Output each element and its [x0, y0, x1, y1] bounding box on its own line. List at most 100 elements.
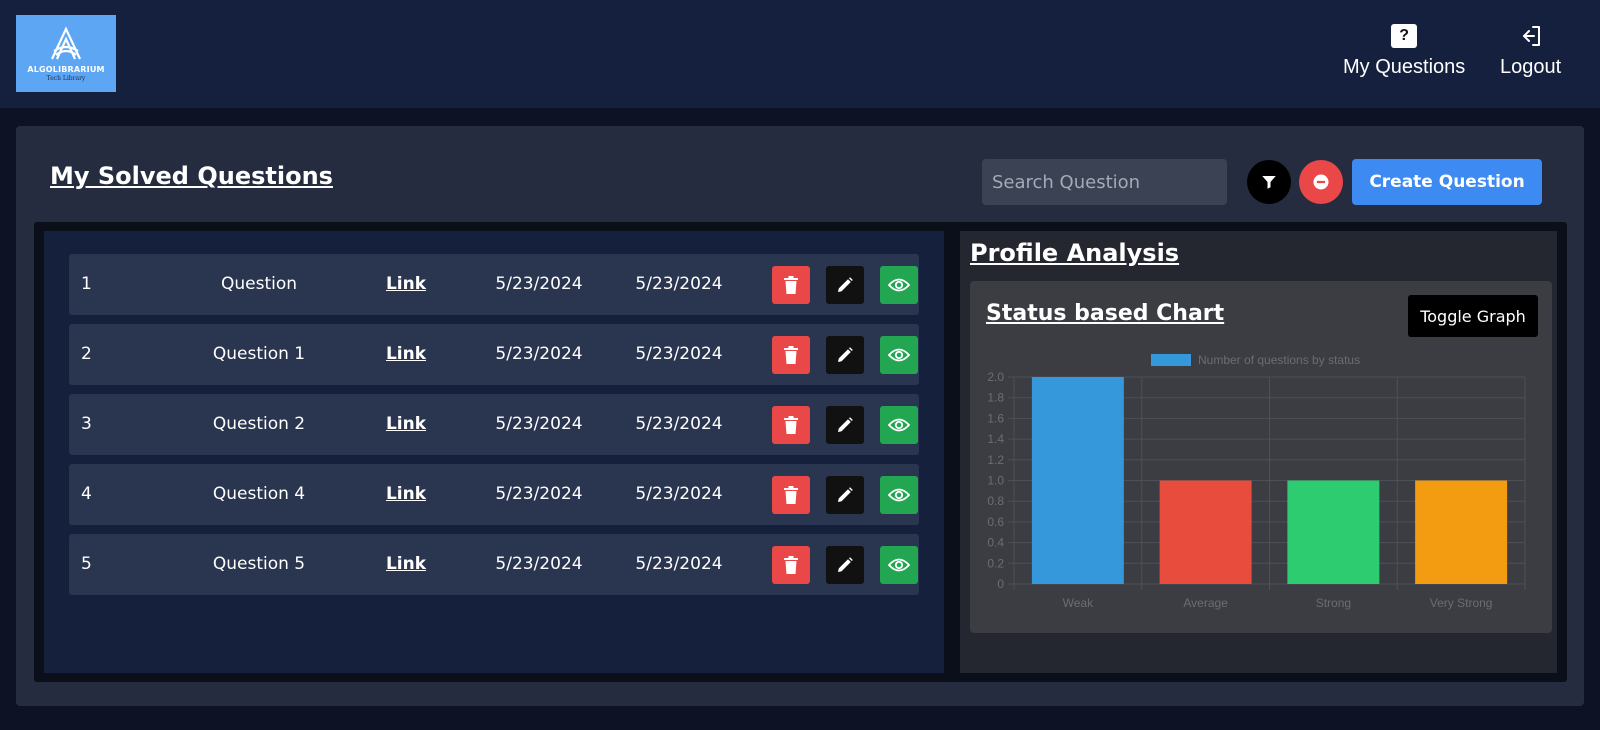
top-header: ALGOLIBRARIUM Tech Library ? My Question… — [0, 0, 1600, 108]
trash-icon — [784, 346, 798, 364]
question-name: Question 2 — [212, 414, 306, 434]
view-button[interactable] — [880, 476, 918, 514]
y-tick-label: 0 — [997, 577, 1004, 591]
question-name: Question 4 — [212, 484, 306, 504]
question-name: Question 5 — [212, 554, 306, 574]
nav-logout-label: Logout — [1500, 56, 1562, 78]
create-question-button[interactable]: Create Question — [1352, 159, 1542, 205]
question-link[interactable]: Link — [381, 324, 431, 385]
nav-logout[interactable]: Logout — [1500, 24, 1561, 79]
view-button[interactable] — [880, 266, 918, 304]
edit-button[interactable] — [826, 546, 864, 584]
view-button[interactable] — [880, 406, 918, 444]
bar — [1287, 480, 1380, 584]
question-link[interactable]: Link — [381, 534, 431, 595]
x-tick-label: Strong — [1316, 596, 1351, 610]
edit-button[interactable] — [826, 406, 864, 444]
logout-icon — [1518, 24, 1544, 48]
delete-button[interactable] — [772, 546, 810, 584]
question-link[interactable]: Link — [381, 254, 431, 315]
search-input[interactable] — [982, 159, 1227, 205]
question-link[interactable]: Link — [381, 394, 431, 455]
content-area: 1 Question Link 5/23/2024 5/23/2024 2 Qu… — [34, 222, 1567, 682]
y-tick-label: 1.4 — [987, 432, 1004, 446]
y-tick-label: 0.8 — [987, 494, 1004, 508]
delete-button[interactable] — [772, 406, 810, 444]
question-date-created: 5/23/2024 — [495, 484, 583, 504]
y-tick-label: 1.2 — [987, 453, 1004, 467]
nav-my-questions[interactable]: ? My Questions — [1343, 24, 1465, 79]
clear-filter-button[interactable] — [1299, 160, 1343, 204]
profile-analysis-panel: Profile Analysis Status based Chart Togg… — [960, 231, 1557, 673]
status-chart-title: Status based Chart — [986, 301, 1225, 326]
delete-button[interactable] — [772, 476, 810, 514]
main-card: My Solved Questions Create Question 1 Qu… — [16, 126, 1584, 706]
y-tick-label: 0.6 — [987, 515, 1004, 529]
filter-button[interactable] — [1247, 160, 1291, 204]
question-row: 3 Question 2 Link 5/23/2024 5/23/2024 — [69, 394, 919, 455]
view-button[interactable] — [880, 336, 918, 374]
question-name: Question 1 — [212, 344, 306, 364]
question-number: 2 — [81, 344, 92, 364]
question-date-created: 5/23/2024 — [495, 274, 583, 294]
status-chart-card: Status based Chart Toggle Graph Number o… — [970, 281, 1552, 633]
edit-button[interactable] — [826, 476, 864, 514]
nav-my-questions-label: My Questions — [1343, 56, 1466, 78]
y-tick-label: 0.2 — [987, 556, 1004, 570]
legend-label: Number of questions by status — [1198, 353, 1360, 367]
pencil-icon — [838, 347, 853, 362]
bar — [1159, 480, 1252, 584]
toggle-graph-button[interactable]: Toggle Graph — [1408, 295, 1538, 337]
eye-icon — [888, 278, 910, 292]
question-date-created: 5/23/2024 — [495, 414, 583, 434]
question-row: 2 Question 1 Link 5/23/2024 5/23/2024 — [69, 324, 919, 385]
questions-list: 1 Question Link 5/23/2024 5/23/2024 2 Qu… — [44, 231, 944, 673]
bar — [1031, 377, 1124, 584]
bar — [1415, 480, 1508, 584]
pencil-icon — [838, 487, 853, 502]
x-tick-label: Very Strong — [1430, 596, 1493, 610]
delete-button[interactable] — [772, 266, 810, 304]
y-tick-label: 1.8 — [987, 391, 1004, 405]
pencil-icon — [838, 557, 853, 572]
question-number: 3 — [81, 414, 92, 434]
question-mark-icon: ? — [1391, 24, 1418, 48]
pencil-icon — [838, 277, 853, 292]
trash-icon — [784, 276, 798, 294]
trash-icon — [784, 416, 798, 434]
question-date-updated: 5/23/2024 — [635, 414, 723, 434]
legend-swatch — [1151, 354, 1191, 366]
eye-icon — [888, 488, 910, 502]
delete-button[interactable] — [772, 336, 810, 374]
status-bar-chart: Number of questions by status 0 0.2 0.4 0.6 0… — [987, 353, 1526, 610]
eye-icon — [888, 418, 910, 432]
question-date-updated: 5/23/2024 — [635, 484, 723, 504]
x-tick-label: Average — [1183, 596, 1228, 610]
y-tick-label: 1.0 — [987, 474, 1004, 488]
question-link[interactable]: Link — [381, 464, 431, 525]
edit-button[interactable] — [826, 266, 864, 304]
question-date-updated: 5/23/2024 — [635, 344, 723, 364]
pencil-icon — [838, 417, 853, 432]
view-button[interactable] — [880, 546, 918, 584]
question-number: 4 — [81, 484, 92, 504]
logo-subtitle: Tech Library — [46, 75, 86, 82]
filter-icon — [1262, 176, 1276, 189]
y-tick-label: 2.0 — [987, 370, 1004, 384]
logo-mark-icon — [51, 26, 81, 60]
edit-button[interactable] — [826, 336, 864, 374]
logo-title: ALGOLIBRARIUM — [27, 65, 105, 74]
app-logo[interactable]: ALGOLIBRARIUM Tech Library — [16, 15, 116, 92]
question-date-created: 5/23/2024 — [495, 554, 583, 574]
eye-icon — [888, 348, 910, 362]
minus-circle-icon — [1313, 174, 1329, 190]
question-row: 1 Question Link 5/23/2024 5/23/2024 — [69, 254, 919, 315]
question-name: Question — [220, 274, 298, 294]
trash-icon — [784, 486, 798, 504]
y-tick-label: 0.4 — [987, 536, 1004, 550]
y-tick-label: 1.6 — [987, 411, 1004, 425]
question-date-created: 5/23/2024 — [495, 344, 583, 364]
page-title: My Solved Questions — [50, 162, 333, 190]
question-row: 4 Question 4 Link 5/23/2024 5/23/2024 — [69, 464, 919, 525]
question-date-updated: 5/23/2024 — [635, 554, 723, 574]
